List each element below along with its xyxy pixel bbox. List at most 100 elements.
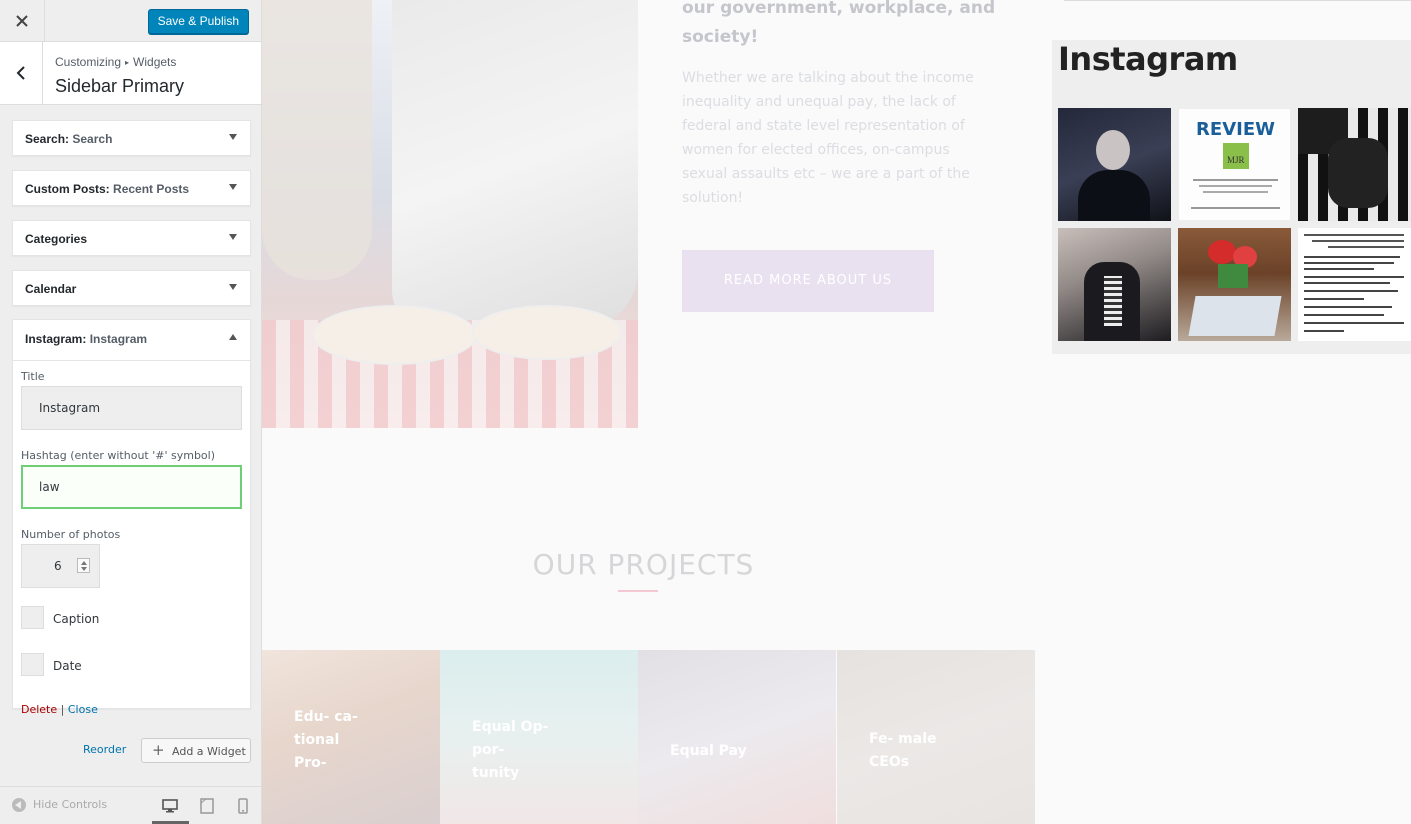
save-publish-button[interactable]: Save & Publish <box>147 9 249 34</box>
photo-text-line <box>1304 268 1374 270</box>
add-widget-label: Add a Widget <box>172 745 246 758</box>
instagram-photo[interactable] <box>1178 228 1291 341</box>
project-card[interactable]: Edu- ca- tional Pro- <box>262 650 460 824</box>
widget-categories[interactable]: Categories <box>12 220 251 256</box>
photo-text-line <box>1304 256 1400 258</box>
photo-text-line <box>1304 314 1384 316</box>
tablet-preview-icon[interactable] <box>198 797 216 815</box>
caption-label: Caption <box>53 612 100 626</box>
customizer-footer: Hide Controls <box>0 786 261 824</box>
caret-up-icon[interactable] <box>229 334 237 340</box>
hashtag-label: Hashtag (enter without '#' symbol) <box>21 449 216 462</box>
caret-down-icon[interactable] <box>229 184 237 190</box>
photo-text-line <box>1328 246 1404 248</box>
spinner-down-icon[interactable] <box>81 567 87 571</box>
spinner-up-icon[interactable] <box>81 561 87 565</box>
instagram-photo[interactable]: REVIEW MJR <box>1178 108 1291 221</box>
title-label: Title <box>21 370 45 383</box>
instagram-widget-preview: Instagram REVIEW MJR <box>1052 40 1411 354</box>
photo-line <box>1193 179 1278 181</box>
project-card-label: Equal Op- por- tunity <box>472 719 549 781</box>
breadcrumb-child: Widgets <box>133 55 177 69</box>
project-card[interactable]: Equal Op- por- tunity <box>440 650 638 824</box>
hero-image-plate <box>472 305 622 360</box>
projects-heading-text: OUR PROJECTS <box>532 548 755 581</box>
hashtag-input[interactable]: law <box>21 465 242 509</box>
desktop-preview-icon[interactable] <box>161 797 179 815</box>
site-preview: our government, workplace, and society! … <box>262 0 1411 824</box>
hero-paragraph: Whether we are talking about the income … <box>682 70 974 206</box>
widget-title[interactable]: Instagram: Instagram <box>25 332 147 346</box>
widget-calendar[interactable]: Calendar <box>12 270 251 306</box>
hero-image-figure <box>262 0 372 280</box>
instagram-photo[interactable] <box>1058 108 1171 221</box>
photo-text-line <box>1304 276 1404 278</box>
widget-name: Search <box>72 132 113 146</box>
photo-necklace <box>1104 276 1122 326</box>
project-card-label: Fe- male CEOs <box>869 731 937 770</box>
breadcrumb-arrow-icon: ▸ <box>125 58 130 67</box>
widget-actions: Delete | Close <box>21 703 98 716</box>
section-title: Sidebar Primary <box>55 76 185 96</box>
divider <box>1064 0 1411 1</box>
spinner-icon[interactable] <box>77 558 90 573</box>
back-button[interactable] <box>0 42 43 104</box>
instagram-photo[interactable] <box>1058 228 1171 341</box>
photo-text-line <box>1304 282 1390 284</box>
photo-review-text: REVIEW <box>1196 119 1275 140</box>
delete-link[interactable]: Delete <box>21 703 57 716</box>
close-link[interactable]: Close <box>68 703 98 716</box>
instagram-photo[interactable] <box>1298 108 1411 221</box>
hide-controls-label: Hide Controls <box>33 798 108 811</box>
reorder-link[interactable]: Reorder <box>83 743 126 756</box>
widget-type: Search: <box>25 132 70 146</box>
caret-down-icon[interactable] <box>229 234 237 240</box>
photo-subject <box>1078 170 1150 221</box>
photo-text-line <box>1304 306 1392 308</box>
mobile-preview-icon[interactable] <box>234 797 252 815</box>
widget-type: Custom Posts: <box>25 182 110 196</box>
project-card[interactable]: Equal Pay <box>638 650 836 824</box>
hero-image <box>262 0 638 428</box>
photo-text-line <box>1304 298 1364 300</box>
close-customizer-button[interactable] <box>0 0 45 42</box>
photos-count-input[interactable]: 6 <box>21 544 100 588</box>
date-checkbox[interactable] <box>21 653 44 676</box>
hero-image-figure <box>392 0 638 330</box>
caret-down-icon[interactable] <box>229 284 237 290</box>
photo-subject <box>1328 138 1388 208</box>
photo-subject <box>1096 130 1130 170</box>
projects-heading-underline <box>618 590 658 592</box>
photo-text-line <box>1304 330 1344 332</box>
photo-text-line <box>1304 262 1394 264</box>
widget-instagram: Instagram: Instagram Title Instagram Has… <box>12 319 251 716</box>
hero-heading: our government, workplace, and society! <box>682 0 996 47</box>
read-more-button[interactable]: READ MORE ABOUT US <box>682 250 934 312</box>
project-card[interactable]: Fe- male CEOs <box>837 650 1035 824</box>
photo-leaves <box>1218 264 1248 288</box>
widget-title: Search: Search <box>25 132 112 146</box>
close-icon <box>16 15 28 27</box>
collapse-arrow-icon <box>12 798 26 812</box>
photo-flower <box>1208 240 1236 264</box>
instagram-title: Instagram <box>1058 40 1238 78</box>
widget-title: Calendar <box>25 282 77 296</box>
hero-image-plate <box>312 305 477 365</box>
section-header: Customizing ▸ Widgets Sidebar Primary <box>0 42 261 105</box>
hide-controls-button[interactable]: Hide Controls <box>12 798 107 812</box>
widget-name: Instagram <box>89 332 148 346</box>
instagram-widget-form: Title Instagram Hashtag (enter without '… <box>13 360 250 716</box>
breadcrumb: Customizing ▸ Widgets <box>55 55 176 69</box>
widget-name: Recent Posts <box>113 182 190 196</box>
instagram-photo[interactable] <box>1298 228 1411 341</box>
caption-checkbox[interactable] <box>21 606 44 629</box>
title-input[interactable]: Instagram <box>21 386 242 430</box>
projects-heading: OUR PROJECTS <box>262 548 1015 581</box>
caret-down-icon[interactable] <box>229 134 237 140</box>
plus-icon: + <box>152 741 165 759</box>
widget-custom-posts[interactable]: Custom Posts: Recent Posts <box>12 170 251 206</box>
project-card-label: Edu- ca- tional Pro- <box>294 709 358 771</box>
widget-search[interactable]: Search: Search <box>12 120 251 156</box>
add-widget-button[interactable]: + Add a Widget <box>141 738 251 763</box>
photo-text-line <box>1304 322 1404 324</box>
